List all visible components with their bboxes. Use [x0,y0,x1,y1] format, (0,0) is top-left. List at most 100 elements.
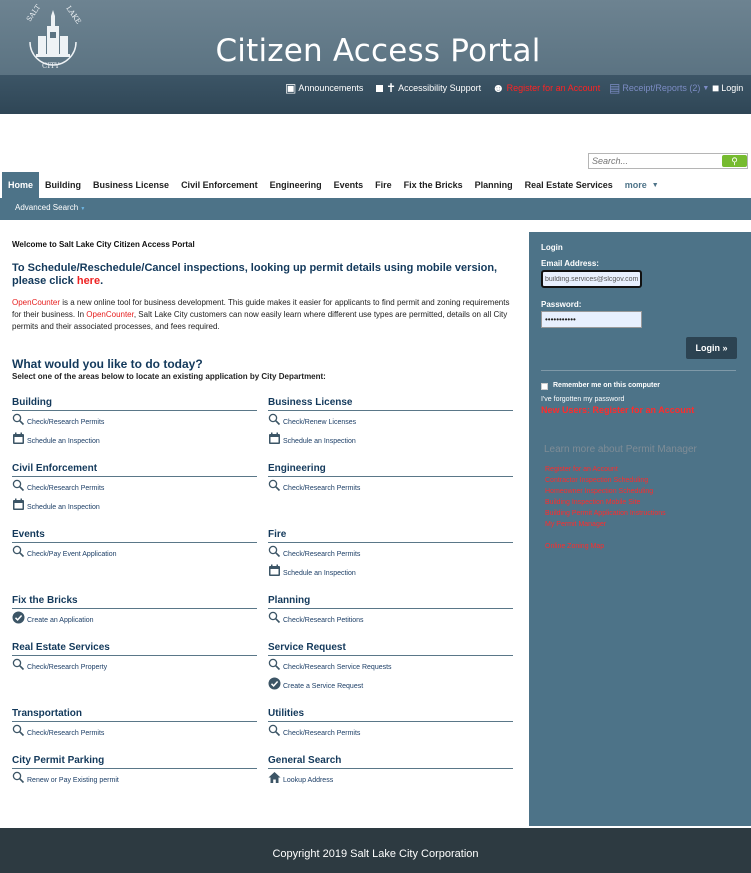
search-icon [12,658,25,671]
department-title: Business License [268,397,513,411]
department-action-link[interactable]: Check/Research Permits [268,477,513,496]
department-section: Planning Check/Research Petitions [268,595,513,628]
check-circle-icon [268,677,281,690]
header-login-link[interactable]: ■ Login [712,78,743,98]
tab-fire[interactable]: Fire [369,172,398,198]
forgot-password-link[interactable]: I've forgotten my password [541,396,624,403]
department-action-label: Lookup Address [283,777,334,784]
resource-link[interactable]: My Permit Manager [545,521,606,528]
department-action-link[interactable]: Renew or Pay Existing permit [12,769,257,788]
department-action-link[interactable]: Check/Research Permits [12,411,257,430]
advanced-search-link[interactable]: Advanced Search ▼ [15,203,85,212]
search-icon [12,545,25,558]
department-action-label: Create a Service Request [283,683,364,690]
tab-events[interactable]: Events [328,172,370,198]
department-action-link[interactable]: Schedule an Inspection [268,562,513,581]
remember-me-checkbox[interactable] [541,383,548,390]
tab-home[interactable]: Home [2,172,40,198]
resource-link[interactable]: Register for an Account [545,466,618,473]
tab-more[interactable]: more ▼ [619,172,665,198]
tab-fix-the-bricks[interactable]: Fix the Bricks [398,172,469,198]
department-action-label: Check/Research Property [27,664,108,671]
department-action-label: Check/Renew Licenses [283,419,357,426]
footer: Copyright 2019 Salt Lake City Corporatio… [0,828,751,873]
check-circle-icon [12,611,25,624]
svg-text:SALT: SALT [25,3,42,23]
department-action-link[interactable]: Schedule an Inspection [268,430,513,449]
schedule-notice: To Schedule/Reschedule/Cancel inspection… [12,262,517,288]
search-icon [268,413,281,426]
module-tabs: Home Building Business License Civil Enf… [2,172,665,198]
department-section: Events Check/Pay Event Application [12,529,257,562]
lock-icon: ■ [712,81,720,95]
department-title: Transportation [12,708,257,722]
new-user-register-link[interactable]: New Users: Register for an Account [541,405,694,415]
calendar-icon [12,498,25,511]
search-icon [268,658,281,671]
department-action-label: Schedule an Inspection [283,570,356,577]
search-icon [268,479,281,492]
password-label: Password: [541,300,582,309]
email-field[interactable] [541,270,642,288]
search-icon [268,611,281,624]
tab-engineering[interactable]: Engineering [264,172,328,198]
tab-planning[interactable]: Planning [469,172,519,198]
accessibility-icon: ✝ [386,81,397,95]
department-action-link[interactable]: Schedule an Inspection [12,496,257,515]
search-input[interactable] [589,154,721,168]
department-action-link[interactable]: Check/Research Service Requests [268,656,513,675]
opencounter-link[interactable]: OpenCounter [86,310,134,319]
department-action-link[interactable]: Check/Research Petitions [268,609,513,628]
department-action-label: Schedule an Inspection [27,504,100,511]
section-instruction: Select one of the areas below to locate … [12,372,326,381]
accessibility-support-link[interactable]: ✝ Accessibility Support [376,78,481,98]
department-action-link[interactable]: Schedule an Inspection [12,430,257,449]
section-heading: What would you like to do today? [12,357,203,371]
calendar-icon [268,432,281,445]
department-action-label: Check/Research Permits [27,730,105,737]
department-action-link[interactable]: Create a Service Request [268,675,513,694]
tab-business-license[interactable]: Business License [87,172,175,198]
department-action-link[interactable]: Check/Research Property [12,656,257,675]
search-icon [12,413,25,426]
department-action-label: Check/Pay Event Application [27,551,117,558]
resource-link[interactable]: Building Inspection Mobile Site [545,499,640,506]
login-button[interactable]: Login » [686,337,737,359]
department-action-link[interactable]: Check/Research Permits [12,722,257,741]
department-action-link[interactable]: Check/Research Permits [12,477,257,496]
department-action-link[interactable]: Check/Pay Event Application [12,543,257,562]
department-action-link[interactable]: Lookup Address [268,769,513,788]
department-action-label: Check/Research Permits [27,485,105,492]
opencounter-link[interactable]: OpenCounter [12,298,60,307]
department-action-link[interactable]: Check/Renew Licenses [268,411,513,430]
receipts-reports-link[interactable]: ▤ Receipt/Reports (2) ▼ [609,78,709,98]
department-section: Civil Enforcement Check/Research Permits S… [12,463,257,515]
resource-link[interactable]: Online Zoning Map [545,543,604,550]
remember-me-label: Remember me on this computer [553,382,660,389]
chevron-down-icon: ▼ [651,181,659,189]
resource-link[interactable]: Building Permit Application Instructions [545,510,666,517]
announcements-link[interactable]: ▣ Announcements [285,78,363,98]
schedule-here-link[interactable]: here [77,275,100,287]
department-section: Fire Check/Research Permits Schedule an In… [268,529,513,581]
city-seal-logo[interactable]: SALT LAKE CITY [24,2,82,72]
user-icon: ☻ [492,81,505,95]
department-action-link[interactable]: Check/Research Permits [268,543,513,562]
opencounter-intro: OpenCounter is a new online tool for bus… [12,297,517,333]
department-action-link[interactable]: Create an Application [12,609,257,628]
register-account-link[interactable]: ☻ Register for an Account [492,78,600,98]
tab-building[interactable]: Building [39,172,87,198]
department-section: Transportation Check/Research Permits [12,708,257,741]
department-section: Business License Check/Renew Licenses Sche… [268,397,513,449]
department-action-link[interactable]: Check/Research Permits [268,722,513,741]
resource-link[interactable]: Contractor Inspection Scheduling [545,477,648,484]
tab-real-estate-services[interactable]: Real Estate Services [519,172,619,198]
resource-link[interactable]: Homeowner Inspection Scheduling [545,488,653,495]
password-field[interactable] [541,311,642,328]
search-button[interactable]: ⚲ [722,155,747,167]
department-section: Service Request Check/Research Service Re… [268,642,513,694]
register-label: Register for an Account [506,83,601,93]
tab-civil-enforcement[interactable]: Civil Enforcement [175,172,264,198]
department-section: Utilities Check/Research Permits [268,708,513,741]
search-icon [12,771,25,784]
